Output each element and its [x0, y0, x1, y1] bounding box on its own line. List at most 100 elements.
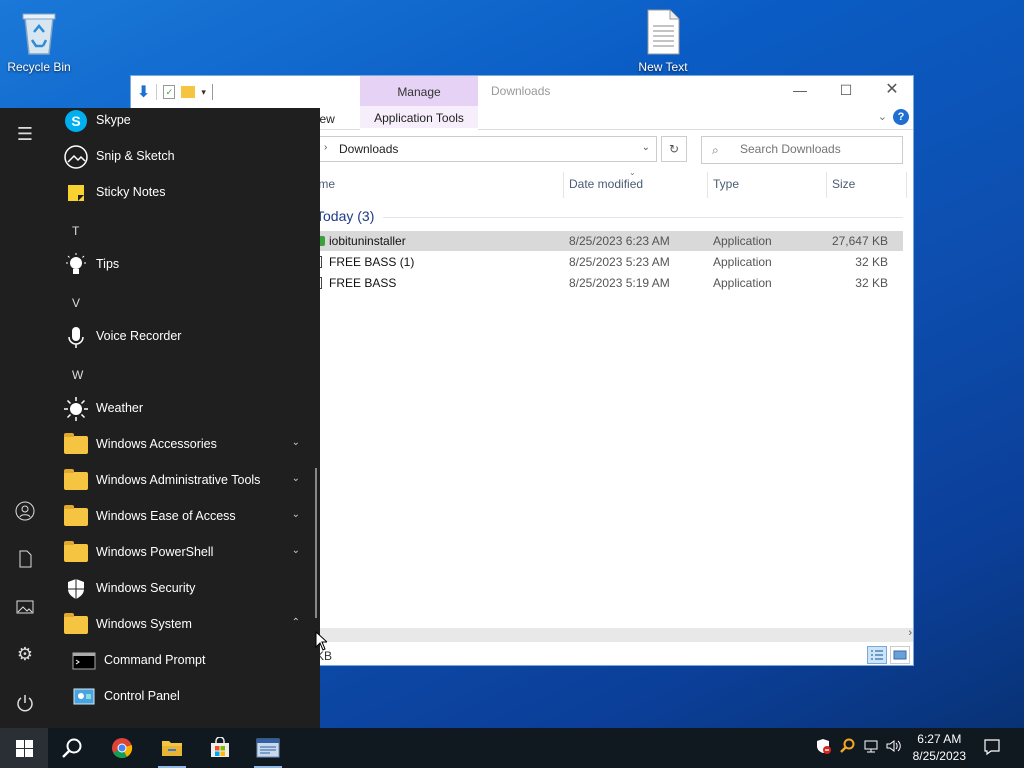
download-arrow-icon[interactable]: ⬇	[137, 82, 150, 102]
user-icon[interactable]	[13, 500, 37, 524]
sun-icon	[63, 396, 89, 422]
folder-icon	[63, 540, 89, 566]
large-icons-view-button[interactable]	[890, 646, 910, 664]
close-button[interactable]: ✕	[869, 76, 913, 106]
search-icon: ⌕	[712, 143, 719, 157]
app-label: Skype	[96, 113, 131, 127]
app-label: Control Panel	[104, 689, 180, 703]
customize-toolbar-icon[interactable]: ▾	[201, 87, 206, 98]
column-divider	[707, 172, 708, 198]
start-folder-windows-accessories[interactable]: Windows Accessories ⌄	[60, 430, 308, 460]
app-label: Snip & Sketch	[96, 149, 175, 163]
folder-icon	[63, 432, 89, 458]
volume-icon[interactable]	[885, 738, 903, 757]
start-app-weather[interactable]: Weather	[60, 394, 308, 424]
start-app-tips[interactable]: Tips	[60, 250, 308, 280]
chevron-up-icon: ⌃	[291, 617, 300, 628]
desktop-icon-label: Recycle Bin	[7, 60, 71, 74]
start-folder-windows-ease-of-access[interactable]: Windows Ease of Access ⌄	[60, 502, 308, 532]
group-divider	[383, 217, 903, 218]
start-app-windows-security[interactable]: Windows Security	[60, 574, 308, 604]
sort-indicator-icon: ⌄	[629, 168, 636, 177]
status-bar: KB	[316, 646, 913, 665]
letter-header-v[interactable]: V	[72, 296, 80, 310]
desktop-icon-recycle-bin[interactable]: Recycle Bin	[0, 8, 78, 74]
taskbar-microsoft-store[interactable]	[196, 728, 244, 768]
recycle-bin-icon	[22, 13, 56, 55]
file-row[interactable]: iobituninstaller 8/25/2023 6:23 AM Appli…	[316, 231, 903, 251]
file-type: Application	[713, 255, 772, 269]
start-app-snip-sketch[interactable]: Snip & Sketch	[60, 142, 308, 172]
separator	[211, 84, 213, 100]
chrome-icon	[112, 738, 133, 759]
minimize-button[interactable]: —	[777, 76, 823, 106]
security-shield-icon[interactable]	[815, 738, 831, 757]
file-type: Application	[713, 276, 772, 290]
power-icon[interactable]	[13, 692, 37, 716]
pictures-icon[interactable]	[13, 596, 37, 620]
chevron-right-icon: ›	[324, 142, 328, 153]
start-app-skype[interactable]: S Skype	[60, 108, 308, 136]
start-rail: ☰ ⚙	[0, 108, 50, 728]
search-box[interactable]: ⌕	[701, 136, 903, 164]
start-app-voice-recorder[interactable]: Voice Recorder	[60, 322, 308, 352]
refresh-button[interactable]: ↻	[661, 136, 687, 162]
file-name: FREE BASS	[329, 276, 397, 290]
clock-date: 8/25/2023	[912, 749, 966, 763]
file-explorer-icon	[162, 741, 182, 756]
start-folder-windows-administrative-tools[interactable]: Windows Administrative Tools ⌄	[60, 466, 308, 496]
address-path: Downloads	[339, 142, 399, 156]
chevron-down-icon: ⌄	[291, 437, 300, 448]
start-folder-windows-powershell[interactable]: Windows PowerShell ⌄	[60, 538, 308, 568]
chevron-down-icon[interactable]: ⌄	[642, 142, 650, 153]
start-app-sticky-notes[interactable]: Sticky Notes	[60, 178, 308, 208]
tray-app-icon[interactable]	[839, 738, 855, 757]
file-name: iobituninstaller	[329, 234, 406, 248]
taskbar-chrome[interactable]	[98, 728, 146, 768]
column-header-date[interactable]: Date modified	[569, 177, 643, 191]
start-app-control-panel[interactable]: Control Panel	[68, 682, 316, 712]
application-window-icon	[256, 738, 280, 758]
maximize-button[interactable]: ☐	[823, 76, 869, 106]
column-header-size[interactable]: Size	[832, 177, 855, 191]
chevron-down-icon[interactable]: ⌄	[878, 110, 887, 123]
column-header-type[interactable]: Type	[713, 177, 739, 191]
letter-header-t[interactable]: T	[72, 224, 79, 238]
taskbar-file-explorer[interactable]	[148, 728, 196, 768]
start-button[interactable]	[0, 728, 48, 768]
microphone-icon	[63, 324, 89, 350]
clock[interactable]: 6:27 AM 8/25/2023	[913, 731, 966, 765]
start-folder-windows-system[interactable]: Windows System ⌃	[60, 610, 308, 640]
large-icons-view-icon	[893, 650, 907, 660]
sticky-notes-icon	[63, 180, 89, 206]
app-label: Tips	[96, 257, 120, 271]
search-input[interactable]	[740, 142, 890, 156]
file-row[interactable]: FREE BASS (1) 8/25/2023 5:23 AM Applicat…	[316, 252, 903, 272]
file-row[interactable]: FREE BASS 8/25/2023 5:19 AM Application …	[316, 273, 903, 293]
horizontal-scrollbar[interactable]: ›	[316, 627, 913, 642]
help-icon[interactable]: ?	[893, 109, 909, 125]
new-folder-icon[interactable]	[181, 86, 196, 98]
documents-icon[interactable]	[13, 548, 37, 572]
settings-gear-icon[interactable]: ⚙	[13, 644, 37, 668]
notifications-icon[interactable]	[983, 738, 1001, 759]
start-app-command-prompt[interactable]: Command Prompt	[68, 646, 316, 676]
group-header[interactable]: Today (3)	[316, 208, 374, 224]
scroll-right-icon[interactable]: ›	[908, 627, 912, 639]
desktop-icon-new-text[interactable]: New Text	[624, 8, 702, 74]
file-size: 27,647 KB	[831, 234, 888, 248]
tab-manage[interactable]: Manage	[360, 76, 478, 106]
hamburger-menu-icon[interactable]: ☰	[13, 124, 37, 148]
tab-application-tools[interactable]: Application Tools	[360, 106, 478, 130]
start-menu: ☰ ⚙ S Skype Snip & Sketch Sticky Notes T…	[0, 108, 320, 728]
properties-icon[interactable]: ✓	[163, 85, 176, 99]
taskbar-search-button[interactable]	[48, 728, 96, 768]
lightbulb-icon	[63, 252, 89, 278]
network-icon[interactable]	[863, 738, 879, 757]
letter-header-w[interactable]: W	[72, 368, 83, 382]
details-view-button[interactable]	[867, 646, 887, 664]
taskbar-app-window[interactable]	[244, 728, 292, 768]
clock-time: 6:27 AM	[917, 732, 962, 746]
app-label: Windows Security	[96, 581, 196, 595]
start-menu-scrollbar[interactable]	[315, 468, 317, 618]
